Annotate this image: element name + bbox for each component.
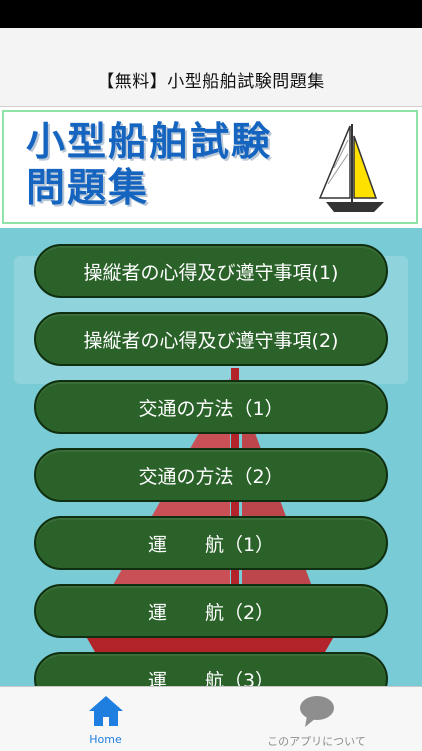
sailboat-icon (318, 124, 384, 212)
app-banner: 小型船舶試験 問題集 (2, 110, 418, 224)
home-icon (88, 696, 123, 726)
menu-button-6[interactable]: 運 航（2） (34, 584, 388, 638)
tab-bar: Home このアプリについて (0, 686, 422, 751)
speech-bubble-icon (299, 696, 334, 727)
menu-button-7[interactable]: 運 航（3） (34, 652, 388, 686)
menu-button-2[interactable]: 操縦者の心得及び遵守事項(2) (34, 312, 388, 366)
page-title: 【無料】小型船舶試験問題集 (97, 71, 325, 92)
tab-about-label: このアプリについて (267, 735, 366, 748)
tab-home[interactable]: Home (0, 687, 211, 751)
menu-button-5[interactable]: 運 航（1） (34, 516, 388, 570)
tab-about[interactable]: このアプリについて (211, 687, 422, 751)
status-bar (0, 0, 422, 28)
menu-button-1[interactable]: 操縦者の心得及び遵守事項(1) (34, 244, 388, 298)
banner-title-line-1: 小型船舶試験 (26, 120, 273, 165)
menu-button-4[interactable]: 交通の方法（2） (34, 448, 388, 502)
banner-title-line-2: 問題集 (26, 166, 150, 211)
navigation-bar: 【無料】小型船舶試験問題集 (0, 28, 422, 107)
tab-home-label: Home (89, 733, 122, 746)
content-area: 操縦者の心得及び遵守事項(1) 操縦者の心得及び遵守事項(2) 交通の方法（1）… (0, 228, 422, 686)
banner-title: 小型船舶試験 問題集 (26, 120, 272, 212)
menu-button-3[interactable]: 交通の方法（1） (34, 380, 388, 434)
